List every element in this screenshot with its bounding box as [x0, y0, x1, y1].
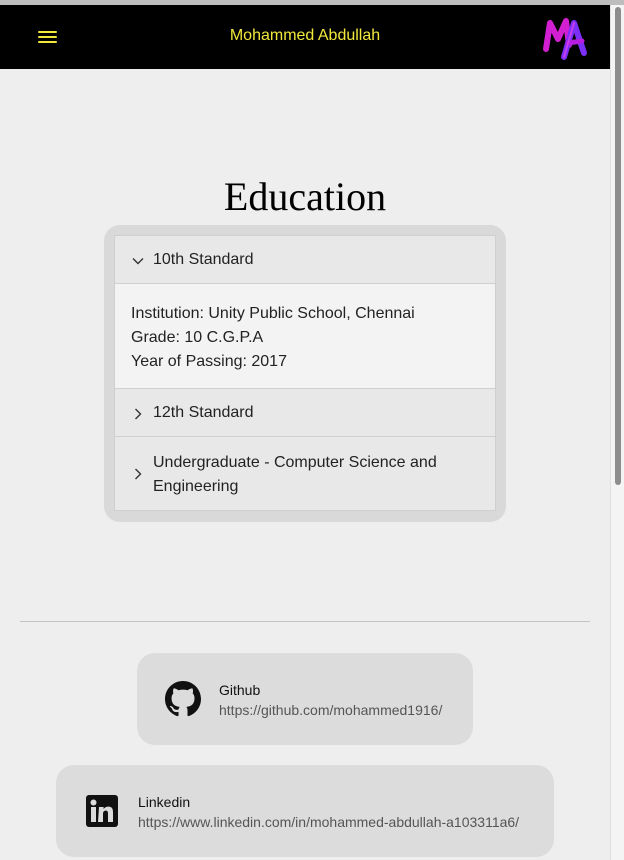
chevron-right-icon [135, 408, 142, 420]
ma-logo[interactable]: MA [542, 15, 590, 61]
accordion-label: Undergraduate - Computer Science and Eng… [153, 454, 437, 495]
accordion-item-10th-standard[interactable]: 10th Standard [115, 236, 495, 284]
accordion-label: 12th Standard [153, 404, 254, 421]
education-card: 10th Standard Institution: Unity Public … [104, 225, 506, 522]
education-heading: Education [223, 174, 387, 219]
education-accordion: 10th Standard Institution: Unity Public … [114, 235, 496, 511]
chevron-right-icon [135, 468, 142, 480]
github-link-card[interactable]: Github https://github.com/mohammed1916/ [137, 653, 473, 745]
institution-text: Institution: Unity Public School, Chenna… [131, 305, 415, 322]
site-title[interactable]: Mohammed Abdullah [0, 27, 610, 45]
year-text: Year of Passing: 2017 [131, 353, 287, 370]
linkedin-label: Linkedin [138, 794, 191, 810]
accordion-item-12th-standard[interactable]: 12th Standard [115, 389, 495, 437]
github-url[interactable]: https://github.com/mohammed1916/ [219, 702, 442, 718]
accordion-panel-10th-standard: Institution: Unity Public School, Chenna… [115, 284, 495, 389]
accordion-label: 10th Standard [153, 251, 254, 268]
chevron-down-icon [132, 258, 144, 265]
page-viewport: Mohammed Abdullah MA Education 10th Stan… [0, 5, 610, 860]
grade-text: Grade: 10 C.G.P.A [131, 329, 264, 346]
github-label: Github [219, 682, 261, 698]
section-divider [20, 621, 590, 622]
github-icon [165, 681, 201, 717]
vertical-scrollbar[interactable] [610, 5, 624, 860]
linkedin-link-card[interactable]: Linkedin https://www.linkedin.com/in/moh… [56, 765, 554, 857]
site-header: Mohammed Abdullah MA [0, 5, 610, 69]
scrollbar-thumb[interactable] [615, 7, 621, 485]
accordion-item-undergraduate[interactable]: Undergraduate - Computer Science and Eng… [115, 437, 495, 510]
linkedin-url[interactable]: https://www.linkedin.com/in/mohammed-abd… [138, 814, 519, 830]
linkedin-icon [86, 795, 118, 827]
